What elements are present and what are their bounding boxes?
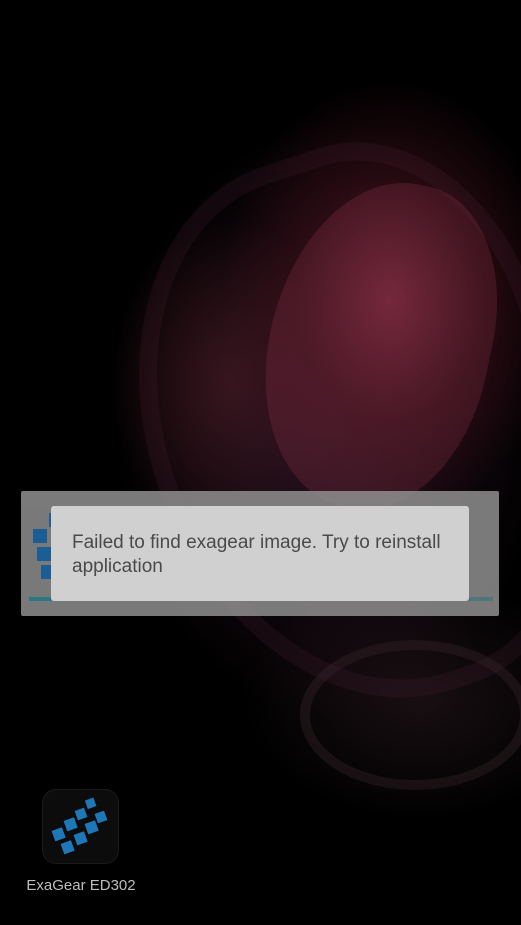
error-toast-message: Failed to find exagear image. Try to rei… [72,532,441,577]
error-toast: Failed to find exagear image. Try to rei… [51,506,469,601]
app-label-exagear[interactable]: ExaGear ED302 [0,876,162,896]
wallpaper-ring [300,640,521,790]
app-icon-exagear[interactable] [42,789,119,864]
exagear-logo-icon [51,797,108,855]
home-screen: Failed to find exagear image. Try to rei… [0,0,521,925]
